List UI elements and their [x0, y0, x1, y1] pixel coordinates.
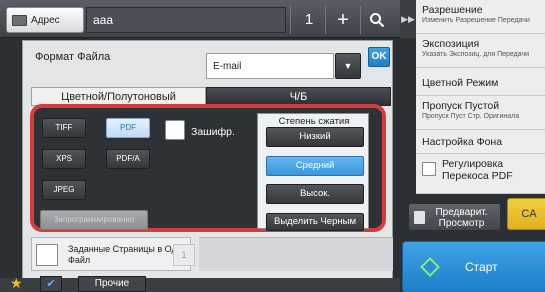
- pages-per-file-checkbox[interactable]: [36, 244, 58, 266]
- file-format-select[interactable]: E-mail: [206, 53, 334, 79]
- compression-medium-button[interactable]: Средний: [266, 156, 364, 176]
- exposure-sub: Указать Экспозиц. для Передачи: [422, 51, 530, 58]
- top-bar: Адрес aaa 1 +: [0, 0, 400, 38]
- search-button[interactable]: [362, 6, 392, 34]
- right-settings-panel: Разрешение Изменить Разрешение Передачи …: [416, 0, 545, 194]
- pdf-skew-title: Регулировка Перекоса PDF: [442, 158, 513, 182]
- highlight-black-button[interactable]: Выделить Черным: [266, 213, 364, 231]
- file-format-dropdown-button[interactable]: ▼: [335, 53, 361, 79]
- start-label: Старт: [465, 260, 498, 274]
- screen: Адрес aaa 1 + ▶▶ Разрешение Изменить Раз…: [0, 0, 545, 292]
- pages-per-file-row: Заданные Страницы в Один Файл: [31, 237, 191, 271]
- compression-title: Степень сжатия: [278, 116, 350, 127]
- address-label: Адрес: [31, 14, 60, 26]
- separator: [325, 6, 326, 34]
- resolution-sub: Изменить Разрешение Передачи: [422, 17, 530, 24]
- search-icon: [370, 13, 385, 28]
- format-pdfa-button[interactable]: PDF/A: [106, 149, 150, 169]
- preview-icon: [414, 211, 425, 224]
- start-icon: [420, 257, 440, 277]
- preview-button[interactable]: Предварит. Просмотр: [408, 203, 501, 231]
- address-count: 1: [304, 11, 314, 28]
- bottom-filler: [199, 237, 393, 271]
- resolution-title: Разрешение: [422, 4, 483, 16]
- double-arrow-icon: ▶▶: [401, 14, 415, 24]
- triangle-down-icon: ▼: [343, 61, 353, 71]
- address-book-icon: [12, 14, 27, 26]
- favorite-star-icon[interactable]: ★: [10, 275, 23, 292]
- collapse-panel-button[interactable]: ▶▶: [400, 0, 416, 38]
- other-button[interactable]: Прочие: [78, 276, 146, 292]
- resolution-item[interactable]: Разрешение Изменить Разрешение Передачи: [416, 0, 545, 34]
- background-adjust-item[interactable]: Настройка Фона: [416, 130, 545, 154]
- add-address-button[interactable]: +: [328, 6, 358, 34]
- address-book-button[interactable]: Адрес: [6, 7, 84, 33]
- format-programmed-button: Запрограммированно: [40, 210, 148, 230]
- compression-high-button[interactable]: Высок.: [266, 184, 364, 204]
- pages-per-file-label: Заданные Страницы в Один Файл: [68, 244, 187, 265]
- separator: [290, 6, 291, 34]
- format-jpeg-button[interactable]: JPEG: [42, 180, 86, 200]
- format-pdf-button[interactable]: PDF: [106, 118, 150, 138]
- compression-low-button[interactable]: Низкий: [266, 127, 364, 147]
- checkmark-icon: ✔: [46, 278, 56, 290]
- start-button[interactable]: Старт: [402, 241, 545, 292]
- encrypt-checkbox[interactable]: [165, 120, 185, 140]
- file-format-panel: Формат Файла E-mail ▼ OK Цветной/Полутон…: [22, 40, 393, 280]
- ok-button[interactable]: OK: [368, 47, 390, 67]
- file-format-label: Формат Файла: [35, 51, 111, 63]
- compression-panel: Степень сжатия Низкий Средний Высок. Выд…: [257, 113, 369, 231]
- separator: [360, 6, 361, 34]
- pages-per-file-input[interactable]: 1: [173, 244, 195, 266]
- check-button[interactable]: ✔: [40, 276, 62, 292]
- exposure-title: Экспозиция: [422, 38, 480, 50]
- format-tiff-button[interactable]: TIFF: [42, 118, 86, 138]
- encrypt-label: Зашифр.: [191, 126, 235, 138]
- blank-skip-title: Пропуск Пустой: [422, 100, 500, 112]
- format-xps-button[interactable]: XPS: [42, 149, 86, 169]
- address-input[interactable]: aaa: [86, 7, 286, 33]
- background-adjust-title: Настройка Фона: [422, 136, 503, 148]
- pdf-skew-checkbox[interactable]: [422, 162, 436, 176]
- clear-all-button[interactable]: CA: [507, 198, 545, 230]
- blank-skip-item[interactable]: Пропуск Пустой Пропуск Пуст Стр. Оригина…: [416, 96, 545, 130]
- color-mode-title: Цветной Режим: [422, 77, 499, 89]
- exposure-item[interactable]: Экспозиция Указать Экспозиц. для Передач…: [416, 34, 545, 68]
- color-mode-item[interactable]: Цветной Режим: [416, 68, 545, 96]
- blank-skip-sub: Пропуск Пуст Стр. Оригинала: [422, 113, 520, 120]
